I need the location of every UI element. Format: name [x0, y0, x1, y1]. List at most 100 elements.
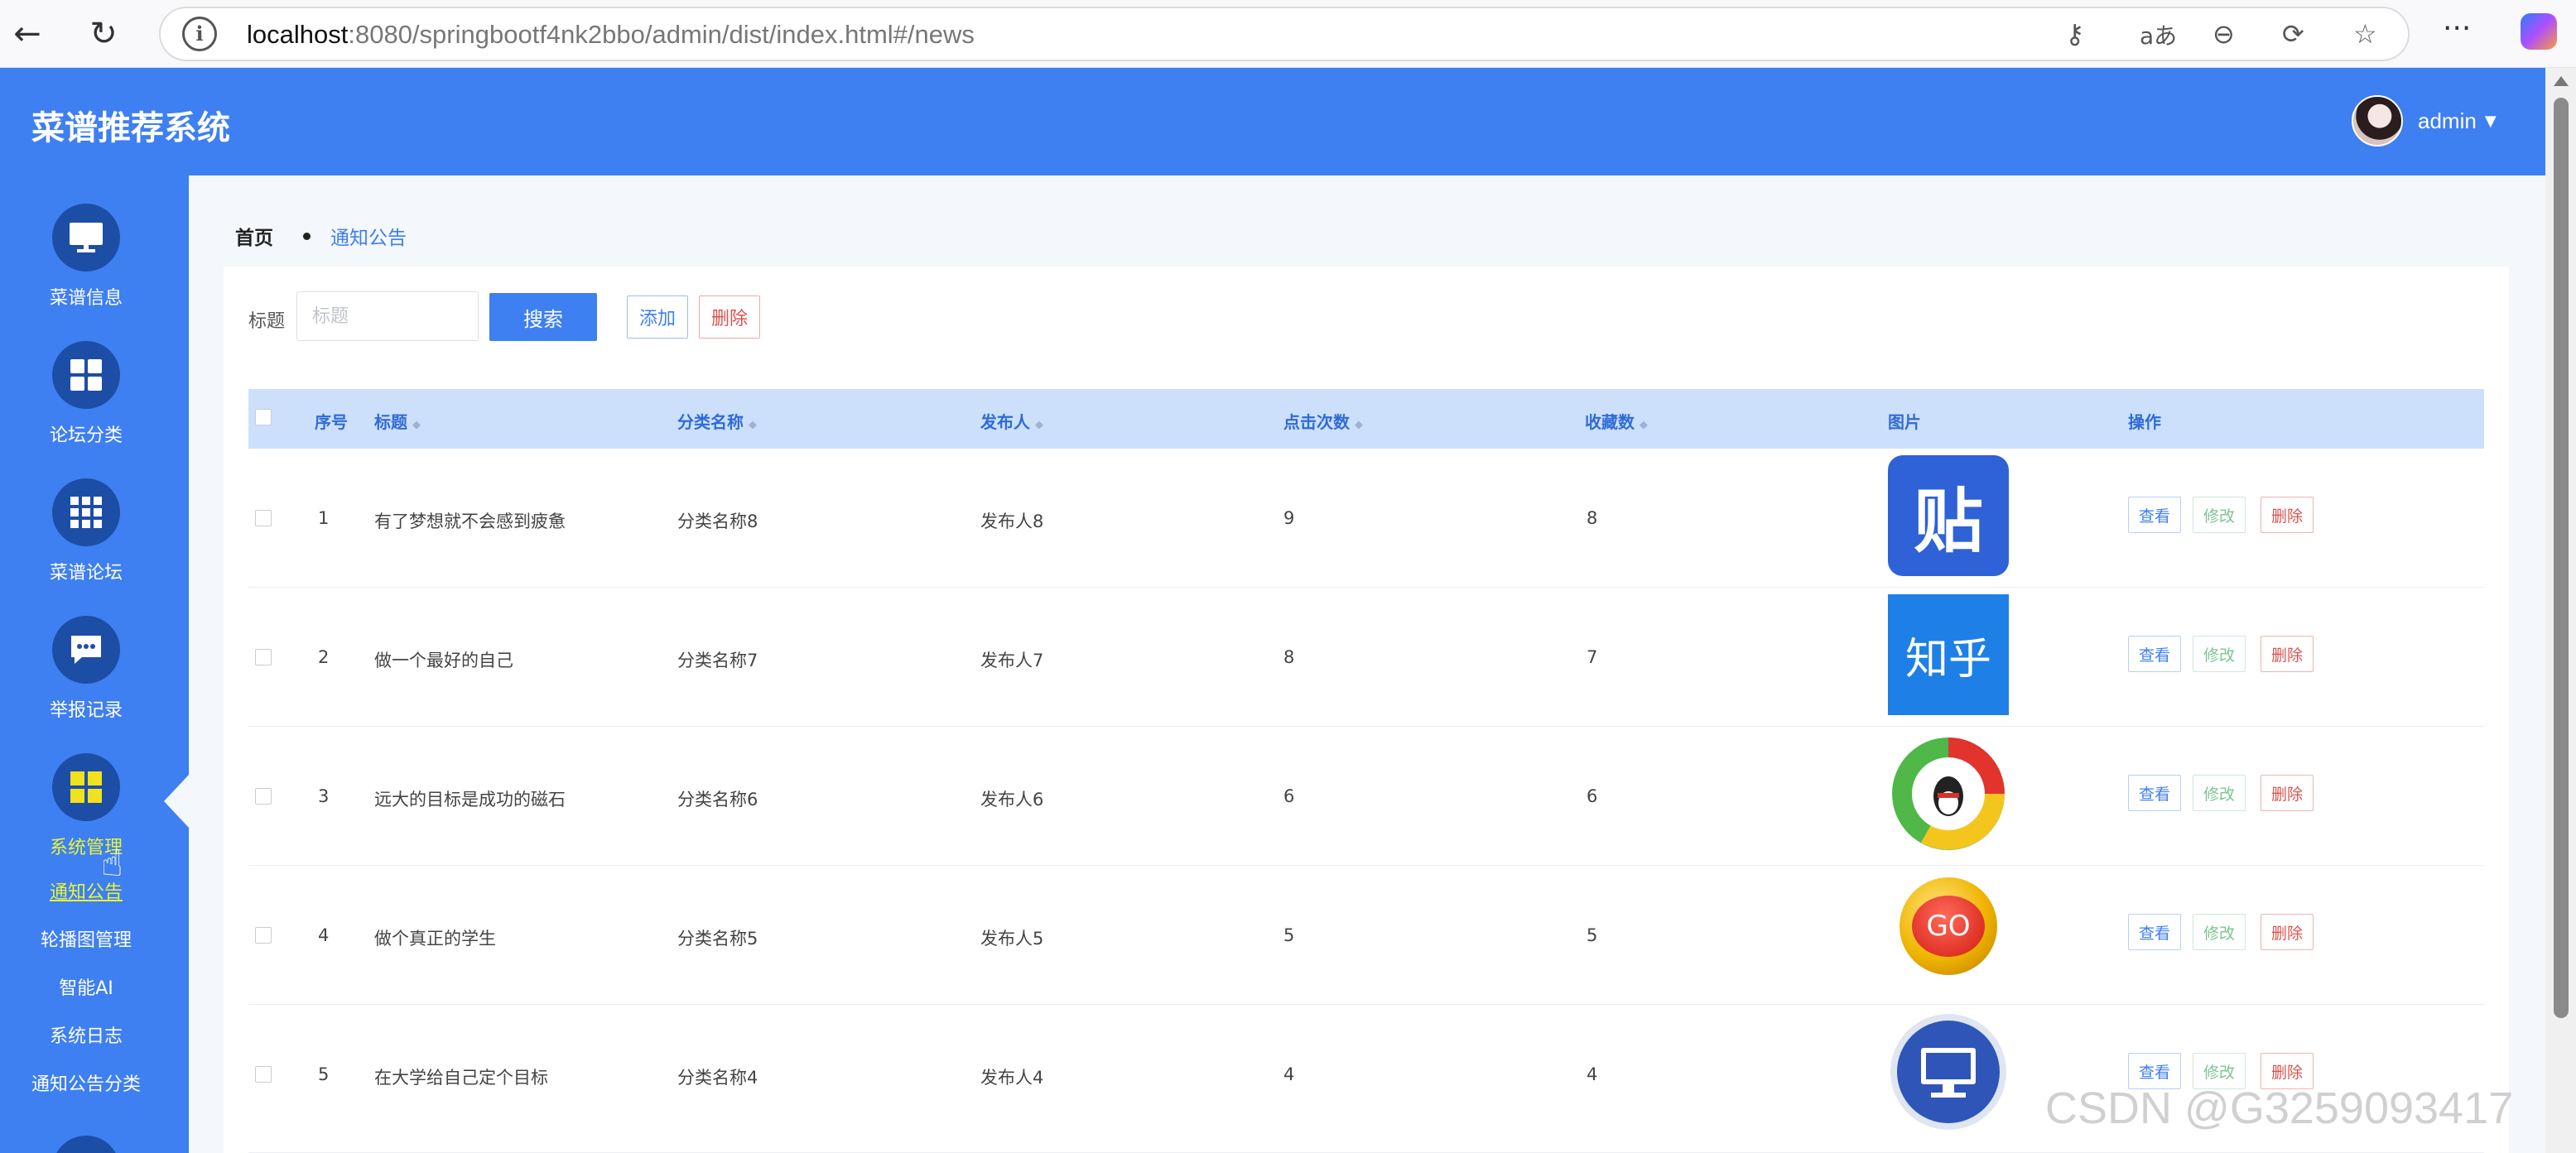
cell-publisher: 发布人4 — [980, 1068, 1044, 1088]
row-checkbox[interactable] — [255, 1066, 272, 1083]
cell-favorites: 6 — [1587, 786, 1598, 806]
cell-publisher: 发布人6 — [980, 790, 1044, 810]
cell-title: 有了梦想就不会感到疲惫 — [374, 512, 566, 531]
cell-title: 做一个最好的自己 — [374, 651, 513, 670]
cell-clicks: 9 — [1283, 508, 1295, 528]
watermark: CSDN @G3259093417 — [2045, 1083, 2514, 1133]
select-all-checkbox[interactable] — [255, 409, 272, 425]
zhihu-logo-image: 知乎 — [1888, 594, 2009, 715]
table-header: 序号 标题 ◆ 分类名称 ◆ 发布人 ◆ 点击次数 ◆ 收藏数 ◆ 图片 操作 — [248, 389, 2484, 449]
sidebar-item-more[interactable] — [0, 1136, 172, 1153]
translate-icon[interactable]: ⟳ — [2282, 18, 2304, 50]
apps-icon — [52, 478, 120, 546]
row-checkbox[interactable] — [255, 788, 272, 805]
cell-index: 3 — [318, 786, 330, 806]
header-actions: 操作 — [2128, 412, 2161, 432]
more-menu-icon — [52, 1136, 120, 1153]
caret-down-icon[interactable]: ▼ — [2485, 113, 2497, 130]
more-icon[interactable]: ··· — [2443, 12, 2471, 46]
avatar[interactable] — [2352, 95, 2403, 147]
tiles-icon — [52, 753, 120, 821]
view-button[interactable]: 查看 — [2128, 636, 2182, 672]
reload-icon[interactable]: ↻ — [79, 10, 128, 58]
user-menu[interactable]: admin ▼ — [2352, 94, 2497, 147]
chat-icon — [52, 616, 120, 684]
sidebar-sub-ai[interactable]: 智能AI — [0, 973, 172, 1000]
view-button[interactable]: 查看 — [2128, 775, 2182, 811]
address-bar[interactable]: i localhost:8080/springbootf4nk2bbo/admi… — [159, 7, 2410, 61]
breadcrumb-home[interactable]: 首页 — [235, 222, 273, 250]
header-index: 序号 — [315, 412, 348, 432]
header-category[interactable]: 分类名称 ◆ — [677, 409, 757, 433]
key-icon[interactable]: ⚷ — [2065, 18, 2084, 50]
search-button[interactable]: 搜索 — [489, 293, 597, 341]
cell-category: 分类名称7 — [677, 651, 758, 670]
edit-button[interactable]: 修改 — [2193, 775, 2246, 811]
breadcrumb: 首页 通知公告 — [235, 222, 407, 250]
row-checkbox[interactable] — [255, 510, 272, 526]
delete-button[interactable]: 删除 — [2261, 775, 2314, 811]
sidebar-sub-carousel[interactable]: 轮播图管理 — [0, 925, 172, 952]
sidebar-sub-news[interactable]: 通知公告 — [0, 877, 172, 904]
search-input[interactable] — [296, 291, 479, 341]
zoom-out-icon[interactable]: ⊖ — [2212, 18, 2235, 50]
back-icon[interactable]: ← — [3, 10, 51, 58]
header-clicks[interactable]: 点击次数 ◆ — [1283, 409, 1363, 433]
cell-favorites: 8 — [1587, 508, 1598, 528]
read-aloud-icon[interactable]: aあ — [2140, 18, 2177, 51]
sidebar-item-recipe-forum[interactable]: 菜谱论坛 — [0, 478, 172, 584]
scroll-up-icon[interactable] — [2554, 76, 2569, 86]
sidebar-item-system[interactable]: 系统管理 — [0, 753, 172, 859]
favorite-star-icon[interactable]: ☆ — [2353, 18, 2377, 50]
delete-button[interactable]: 删除 — [2261, 914, 2314, 950]
sort-icon[interactable]: ◆ — [1355, 419, 1363, 431]
cell-favorites: 4 — [1587, 1064, 1598, 1084]
cell-favorites: 7 — [1587, 647, 1598, 667]
sidebar-item-label: 菜谱信息 — [49, 288, 123, 309]
cell-index: 1 — [318, 508, 330, 528]
header-favorites[interactable]: 收藏数 ◆ — [1585, 409, 1648, 433]
sidebar-sub-logs[interactable]: 系统日志 — [0, 1021, 172, 1048]
site-info-icon[interactable]: i — [182, 17, 217, 51]
cell-publisher: 发布人8 — [980, 512, 1044, 531]
row-checkbox[interactable] — [255, 927, 272, 944]
app-header: 菜谱推荐系统 admin ▼ — [0, 68, 2545, 175]
scroll-thumb[interactable] — [2554, 98, 2569, 1018]
header-title[interactable]: 标题 ◆ — [374, 409, 421, 433]
sort-icon[interactable]: ◆ — [1639, 419, 1648, 431]
add-button[interactable]: 添加 — [627, 295, 689, 339]
page-scrollbar[interactable] — [2545, 68, 2576, 1153]
cell-category: 分类名称5 — [677, 929, 758, 949]
user-name[interactable]: admin — [2418, 108, 2477, 134]
breadcrumb-current: 通知公告 — [330, 228, 407, 249]
qq-logo-image — [1888, 733, 2009, 854]
sidebar-item-reports[interactable]: 举报记录 — [0, 616, 172, 722]
cell-favorites: 5 — [1587, 925, 1598, 945]
copilot-icon[interactable] — [2521, 13, 2557, 50]
edit-button[interactable]: 修改 — [2193, 636, 2246, 672]
app-title: 菜谱推荐系统 — [31, 109, 230, 147]
cell-clicks: 6 — [1283, 786, 1295, 806]
edit-button[interactable]: 修改 — [2193, 497, 2246, 533]
sort-icon[interactable]: ◆ — [749, 419, 757, 431]
sidebar-item-label: 菜谱论坛 — [49, 563, 123, 584]
sort-icon[interactable]: ◆ — [412, 419, 421, 431]
table-row: 4 做个真正的学生 分类名称5 发布人5 5 5 GO 查看 修改 删除 — [248, 866, 2484, 1005]
cell-clicks: 8 — [1283, 647, 1295, 667]
monitor-icon — [52, 204, 120, 271]
edit-button[interactable]: 修改 — [2193, 914, 2246, 950]
delete-button[interactable]: 删除 — [2261, 636, 2314, 672]
sidebar-item-forum-categories[interactable]: 论坛分类 — [0, 341, 172, 447]
table-row: 3 远大的目标是成功的磁石 分类名称6 发布人6 6 6 查看 修改 删除 — [248, 727, 2484, 866]
sidebar-item-recipes[interactable]: 菜谱信息 — [0, 204, 172, 310]
view-button[interactable]: 查看 — [2128, 497, 2182, 533]
header-publisher[interactable]: 发布人 ◆ — [980, 409, 1043, 433]
batch-delete-button[interactable]: 删除 — [699, 295, 761, 339]
delete-button[interactable]: 删除 — [2261, 497, 2314, 533]
sort-icon[interactable]: ◆ — [1035, 419, 1043, 431]
sidebar-item-label: 系统管理 — [49, 838, 123, 858]
cell-clicks: 5 — [1283, 925, 1295, 945]
view-button[interactable]: 查看 — [2128, 914, 2182, 950]
row-checkbox[interactable] — [255, 649, 272, 665]
sidebar-sub-news-category[interactable]: 通知公告分类 — [0, 1069, 172, 1096]
